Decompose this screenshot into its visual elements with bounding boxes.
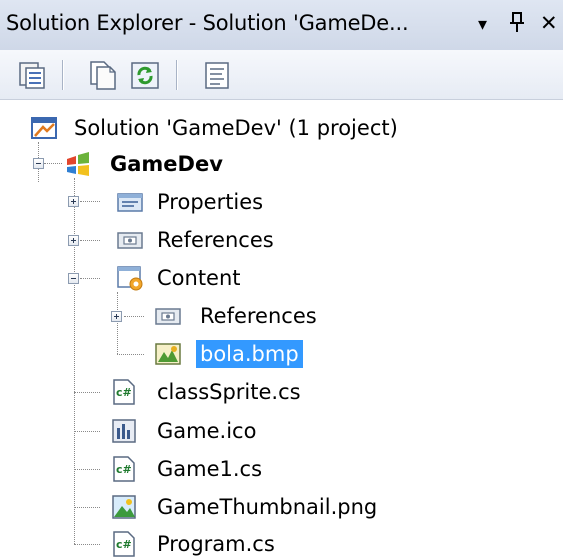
bola-bmp-label: bola.bmp (196, 340, 303, 368)
tree-line (74, 469, 100, 470)
png-image-icon (112, 495, 136, 519)
tree-line (80, 240, 100, 241)
game1-cs-label: Game1.cs (157, 457, 263, 481)
icon-file-icon (112, 419, 136, 443)
content-label: Content (157, 266, 241, 290)
csharp-project-icon (67, 152, 89, 176)
tree-line (74, 507, 100, 508)
show-all-files-icon (90, 61, 116, 90)
solution-label: Solution 'GameDev' (1 project) (74, 116, 398, 140)
gamethumbnail-png-label: GameThumbnail.png (157, 495, 378, 519)
window-title: Solution Explorer - Solution 'GameDe... (6, 11, 409, 35)
tree-line (44, 163, 62, 164)
tree-line (74, 431, 100, 432)
refresh-icon (131, 62, 159, 89)
content-collapse-toggle[interactable] (68, 273, 79, 284)
toolbar (0, 50, 563, 100)
csharp-file-icon: c# (113, 379, 135, 405)
content-references-expand-toggle[interactable] (111, 311, 122, 322)
window-position-dropdown-icon[interactable]: ▾ (478, 13, 487, 37)
classsprite-cs-label: classSprite.cs (157, 380, 301, 404)
tree-line (117, 292, 118, 354)
tree-line (74, 178, 75, 544)
content-project-icon (117, 266, 143, 291)
properties-folder-icon (117, 193, 143, 212)
csharp-file-icon: c# (113, 531, 135, 557)
refresh-button[interactable] (128, 58, 162, 92)
close-icon[interactable]: ✕ (540, 11, 558, 35)
tree-line (124, 316, 144, 317)
auto-hide-pin-icon[interactable] (508, 11, 526, 38)
title-bar: Solution Explorer - Solution 'GameDe... … (0, 0, 563, 50)
tree-line (74, 392, 100, 393)
properties-icon (19, 62, 45, 89)
class-diagram-icon (205, 62, 229, 89)
bitmap-file-icon (155, 343, 181, 365)
tree-line (74, 544, 100, 545)
tree-line (80, 201, 100, 202)
project-collapse-toggle[interactable] (33, 158, 44, 169)
program-cs-label: Program.cs (157, 532, 275, 556)
svg-text:c#: c# (116, 386, 132, 399)
svg-text:c#: c# (116, 463, 132, 476)
tree-line (117, 354, 144, 355)
properties-button[interactable] (16, 58, 50, 92)
solution-tree: Solution 'GameDev' (1 project) GameDev P… (0, 100, 563, 559)
solution-icon (31, 117, 57, 139)
tree-line (80, 278, 100, 279)
properties-label: Properties (157, 190, 264, 214)
toolbar-separator (176, 60, 178, 90)
show-all-files-button[interactable] (86, 58, 120, 92)
references-label: References (157, 228, 274, 252)
properties-expand-toggle[interactable] (68, 196, 79, 207)
references-expand-toggle[interactable] (68, 235, 79, 246)
csharp-file-icon: c# (113, 456, 135, 482)
references-folder-icon (117, 232, 143, 249)
view-class-diagram-button[interactable] (200, 58, 234, 92)
svg-text:c#: c# (116, 538, 132, 551)
toolbar-separator (62, 60, 64, 90)
references-folder-icon (155, 308, 181, 325)
content-references-label: References (200, 304, 317, 328)
game-ico-label: Game.ico (157, 419, 257, 443)
project-label: GameDev (110, 152, 223, 176)
